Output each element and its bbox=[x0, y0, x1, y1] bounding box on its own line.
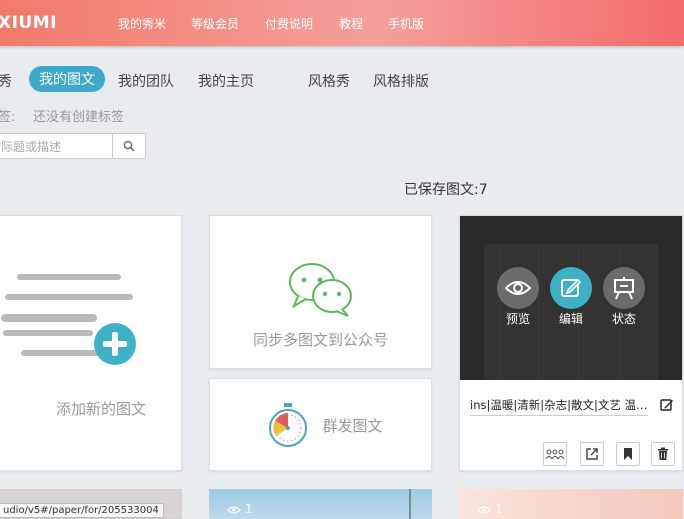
eye-icon bbox=[505, 281, 531, 295]
add-new-article-label: 添加新的图文 bbox=[55, 400, 146, 418]
share-icon bbox=[586, 448, 598, 460]
nav-mobile[interactable]: 手机版 bbox=[388, 15, 424, 32]
add-new-article-card[interactable]: 添加新的图文 bbox=[0, 215, 182, 471]
nav-payment-info[interactable]: 付费说明 bbox=[265, 15, 313, 32]
saved-count: 已保存图文:7 bbox=[404, 182, 488, 198]
subnav-style-show[interactable]: 风格秀 bbox=[308, 71, 350, 91]
brand-logo[interactable]: XIUMI bbox=[0, 13, 57, 33]
preview-label: 预览 bbox=[505, 312, 530, 326]
add-article-icon bbox=[1, 274, 136, 365]
preview-button[interactable] bbox=[497, 267, 539, 309]
presentation-icon bbox=[614, 277, 634, 300]
wechat-icon bbox=[289, 263, 352, 317]
edit-button[interactable] bbox=[550, 267, 592, 309]
subnav-xiu[interactable]: 秀 bbox=[0, 71, 12, 91]
bookmark-button[interactable] bbox=[616, 442, 640, 466]
rename-icon[interactable] bbox=[660, 398, 674, 412]
article-title[interactable]: ins|温暖|清新|杂志|散文|文艺 温柔 暖色 信息 bbox=[470, 397, 648, 416]
team-icon bbox=[545, 449, 565, 460]
search-input[interactable]: 际题或描述 bbox=[0, 133, 112, 159]
team-share-button[interactable] bbox=[543, 442, 567, 466]
article-card-partial-2[interactable]: 1 bbox=[209, 489, 432, 519]
mass-send-card[interactable]: 群发图文 bbox=[209, 378, 432, 471]
edit-label: 编辑 bbox=[558, 312, 583, 326]
search-icon bbox=[123, 140, 135, 152]
subnav-style-layout[interactable]: 风格排版 bbox=[373, 71, 429, 91]
status-bar-url: udio/v5#/paper/for/205533004 bbox=[0, 503, 164, 518]
subnav-my-articles[interactable]: 我的图文 bbox=[29, 66, 105, 92]
article-card-partial-3[interactable]: 1 bbox=[459, 489, 683, 519]
delete-button[interactable] bbox=[651, 442, 675, 466]
bookmark-icon bbox=[624, 448, 632, 460]
status-label: 状态 bbox=[611, 312, 636, 326]
nav-tutorial[interactable]: 教程 bbox=[339, 15, 363, 32]
sync-to-wechat-card[interactable]: 同步多图文到公众号 bbox=[209, 215, 432, 369]
subnav-my-homepage[interactable]: 我的主页 bbox=[198, 71, 254, 91]
top-navigation-bar: XIUMI 我的秀米 等级会员 付费说明 教程 手机版 bbox=[0, 0, 684, 46]
article-cover-overlay: 预览 编辑 状态 bbox=[460, 216, 682, 380]
nav-my-xiumi[interactable]: 我的秀米 bbox=[118, 15, 166, 32]
status-button[interactable] bbox=[603, 267, 645, 309]
sync-to-wechat-label: 同步多图文到公众号 bbox=[252, 331, 388, 349]
search-button[interactable] bbox=[112, 133, 146, 159]
edit-icon bbox=[561, 278, 582, 297]
subnav-my-team[interactable]: 我的团队 bbox=[118, 71, 174, 91]
article-card[interactable]: 预览 编辑 状态 ins|温暖|清新|杂志|散文|文艺 温柔 暖色 信息 bbox=[459, 215, 683, 471]
mass-send-label: 群发图文 bbox=[322, 417, 383, 435]
tags-label: 签: bbox=[0, 110, 16, 125]
export-button[interactable] bbox=[580, 442, 604, 466]
tags-empty-text: 还没有创建标签 bbox=[33, 110, 125, 125]
nav-membership[interactable]: 等级会员 bbox=[191, 15, 239, 32]
trash-icon bbox=[658, 447, 668, 460]
